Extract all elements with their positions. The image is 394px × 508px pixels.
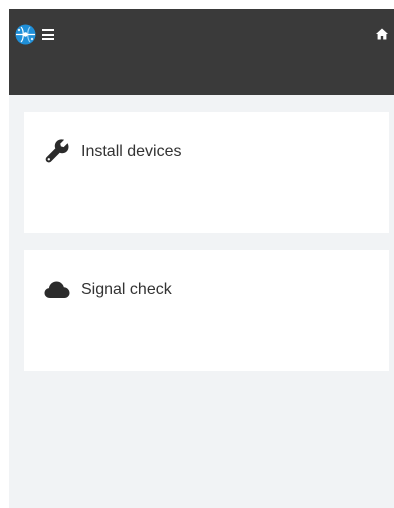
top-navbar [9,9,394,95]
signal-check-card[interactable]: Signal check [24,250,389,371]
hamburger-icon[interactable] [42,29,54,40]
install-devices-card[interactable]: Install devices [24,112,389,233]
home-icon[interactable] [376,28,388,40]
globe-logo-icon[interactable] [15,24,36,45]
app-shell: Install devices Signal check [9,9,394,508]
install-devices-label: Install devices [81,143,182,160]
wrench-icon [45,139,69,163]
cloud-icon [44,281,70,298]
signal-check-label: Signal check [81,281,172,298]
